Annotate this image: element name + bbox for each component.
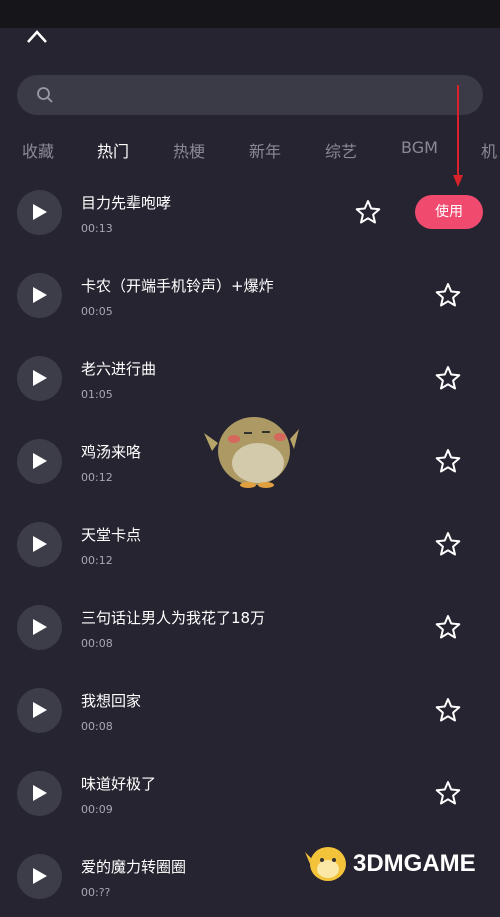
song-duration: 01:05	[81, 388, 113, 401]
play-button[interactable]	[17, 688, 62, 733]
use-button[interactable]: 使用	[415, 195, 483, 229]
song-title: 卡农（开端手机铃声）+爆炸	[81, 277, 274, 295]
play-button[interactable]	[17, 190, 62, 235]
song-title: 鸡汤来咯	[81, 443, 142, 461]
list-item[interactable]: 卡农（开端手机铃声）+爆炸 00:05	[0, 253, 500, 336]
play-icon	[33, 785, 47, 801]
song-title: 我想回家	[81, 692, 142, 710]
close-icon[interactable]	[22, 24, 52, 46]
watermark-mascot-icon	[305, 847, 346, 881]
tab-new-year[interactable]: 新年	[249, 138, 281, 162]
mascot-sticker	[204, 417, 299, 488]
song-duration: 00:??	[81, 886, 111, 899]
play-icon	[33, 453, 47, 469]
favorite-star-icon[interactable]	[435, 448, 461, 474]
play-icon	[33, 702, 47, 718]
search-icon	[37, 87, 53, 103]
favorite-star-icon[interactable]	[435, 282, 461, 308]
song-duration: 00:05	[81, 305, 113, 318]
play-button[interactable]	[17, 771, 62, 816]
play-icon	[33, 287, 47, 303]
song-duration: 00:08	[81, 720, 113, 733]
annotation-arrow-icon	[453, 85, 463, 187]
watermark-text: 3DMGAME	[353, 850, 476, 877]
song-title: 三句话让男人为我花了18万	[81, 609, 266, 627]
list-item[interactable]: 天堂卡点 00:12	[0, 502, 500, 585]
status-bar	[0, 0, 500, 28]
play-icon	[33, 536, 47, 552]
play-button[interactable]	[17, 439, 62, 484]
tab-bgm[interactable]: BGM	[401, 138, 438, 157]
watermark-logo: 3DMGAME	[305, 838, 500, 886]
tab-memes[interactable]: 热梗	[173, 138, 205, 162]
tab-variety[interactable]: 综艺	[325, 138, 357, 162]
tab-favorites[interactable]: 收藏	[22, 138, 54, 162]
list-item[interactable]: 我想回家 00:08	[0, 668, 500, 751]
list-item[interactable]: 三句话让男人为我花了18万 00:08	[0, 585, 500, 668]
song-title: 老六进行曲	[81, 360, 157, 378]
favorite-star-icon[interactable]	[435, 780, 461, 806]
play-icon	[33, 868, 47, 884]
song-title: 爱的魔力转圈圈	[81, 858, 187, 876]
tab-hot[interactable]: 热门	[97, 138, 129, 162]
play-icon	[33, 204, 47, 220]
play-button[interactable]	[17, 273, 62, 318]
song-duration: 00:13	[81, 222, 113, 235]
play-icon	[33, 619, 47, 635]
favorite-star-icon[interactable]	[435, 697, 461, 723]
song-duration: 00:12	[81, 471, 113, 484]
play-button[interactable]	[17, 854, 62, 899]
play-button[interactable]	[17, 605, 62, 650]
song-duration: 00:09	[81, 803, 113, 816]
list-item[interactable]: 目力先辈咆哮 00:13 使用	[0, 170, 500, 253]
song-title: 目力先辈咆哮	[81, 194, 172, 212]
list-item[interactable]: 味道好极了 00:09	[0, 751, 500, 834]
song-title: 味道好极了	[81, 775, 157, 793]
favorite-star-icon[interactable]	[355, 199, 381, 225]
tab-more[interactable]: 机	[481, 138, 497, 162]
song-duration: 00:08	[81, 637, 113, 650]
favorite-star-icon[interactable]	[435, 531, 461, 557]
play-icon	[33, 370, 47, 386]
play-button[interactable]	[17, 522, 62, 567]
favorite-star-icon[interactable]	[435, 365, 461, 391]
category-tabs: 收藏 热门 热梗 新年 综艺 BGM 机	[0, 132, 500, 168]
favorite-star-icon[interactable]	[435, 614, 461, 640]
play-button[interactable]	[17, 356, 62, 401]
song-title: 天堂卡点	[81, 526, 142, 544]
song-duration: 00:12	[81, 554, 113, 567]
search-input[interactable]	[17, 75, 483, 115]
